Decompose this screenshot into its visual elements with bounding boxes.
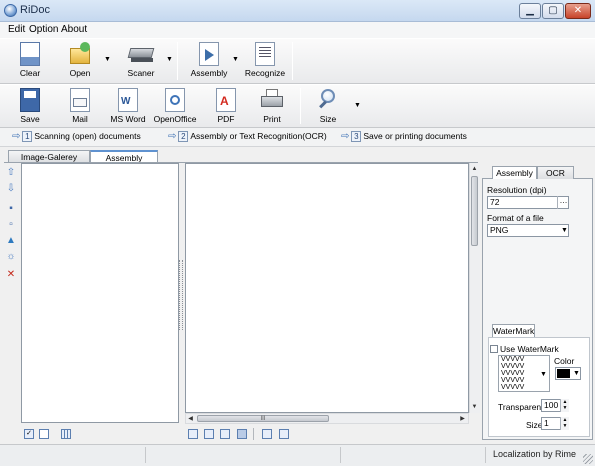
transparent-label: Transparent: [498, 402, 544, 412]
assembly-canvas[interactable]: [185, 163, 469, 413]
format-select[interactable]: PNG: [487, 224, 569, 237]
scroll-up-icon[interactable]: ▲: [470, 164, 479, 174]
scaner-button[interactable]: Scaner: [119, 39, 163, 83]
clear-button[interactable]: Clear: [8, 39, 52, 83]
minimize-button[interactable]: ▁: [519, 3, 541, 19]
deselect-icon[interactable]: [39, 429, 49, 439]
resolution-ellipsis-button[interactable]: …: [557, 196, 569, 209]
clipboard-icon[interactable]: ▫: [5, 219, 17, 231]
delete-icon[interactable]: ✕: [5, 269, 17, 281]
arrow-right-icon: ⇨: [341, 131, 350, 142]
clear-document-icon: [20, 42, 40, 66]
menu-option[interactable]: Option: [29, 24, 58, 35]
horizontal-scroll-thumb[interactable]: III: [197, 415, 329, 422]
magnifier-icon: [318, 88, 338, 112]
status-divider: [340, 447, 341, 463]
color-dropdown-icon[interactable]: ▼: [573, 370, 580, 377]
openoffice-button[interactable]: OpenOffice: [153, 85, 197, 129]
zoom-in-icon[interactable]: [262, 429, 272, 439]
use-watermark-checkbox[interactable]: [490, 345, 498, 353]
status-divider: [145, 447, 146, 463]
recognize-button[interactable]: Recognize: [243, 39, 287, 83]
size-spin-icon[interactable]: ▲ ▼: [560, 417, 569, 430]
scroll-down-icon[interactable]: ▼: [470, 402, 479, 412]
step-2: ⇨ 2 Assembly or Text Recognition(OCR): [168, 131, 327, 142]
zoom-out-icon[interactable]: [279, 429, 289, 439]
format-label: Format of a file: [487, 213, 544, 223]
toolbar-separator: [177, 42, 178, 80]
assembly-button[interactable]: Assembly: [187, 39, 231, 83]
tab-watermark[interactable]: WaterMark: [492, 324, 535, 337]
move-up-icon[interactable]: ⇧: [5, 167, 17, 179]
scroll-right-icon[interactable]: ▶: [458, 414, 467, 424]
tab-ocr[interactable]: OCR: [537, 166, 574, 179]
mail-button[interactable]: Mail: [58, 85, 102, 129]
gallery-panel[interactable]: [21, 163, 179, 423]
open-folder-icon: [70, 42, 90, 66]
assembly-icon: [199, 42, 219, 66]
use-watermark-label: Use WaterMark: [500, 344, 559, 354]
printer-icon: [260, 88, 284, 112]
resize-grip-icon[interactable]: [583, 454, 593, 464]
window-title: RiDoc: [20, 4, 50, 16]
open-button[interactable]: Open: [58, 39, 102, 83]
print-button[interactable]: Print: [250, 85, 294, 129]
floppy-disk-icon: [20, 88, 40, 112]
transparent-spin-icon[interactable]: ▲ ▼: [560, 399, 569, 412]
arrow-right-icon: ⇨: [168, 131, 177, 142]
openoffice-document-icon: [165, 88, 185, 112]
arrow-right-icon: ⇨: [12, 131, 21, 142]
grid-view-icon[interactable]: [61, 429, 71, 439]
save-button[interactable]: Save: [8, 85, 52, 129]
title-bar[interactable]: [0, 0, 595, 22]
vertical-scroll-thumb[interactable]: [471, 176, 478, 246]
color-label: Color: [554, 356, 575, 366]
status-divider: [485, 447, 486, 463]
toolbar-separator: [292, 42, 293, 80]
ms-word-button[interactable]: W MS Word: [106, 85, 150, 129]
scaner-dropdown-icon[interactable]: ▼: [166, 56, 173, 63]
splitter-handle[interactable]: [179, 260, 183, 330]
open-dropdown-icon[interactable]: ▼: [104, 56, 111, 63]
select-all-icon[interactable]: ✓: [24, 429, 34, 439]
color-swatch: [557, 369, 570, 378]
menu-edit[interactable]: Edit: [8, 24, 25, 35]
layout-2-icon[interactable]: [204, 429, 214, 439]
maximize-button[interactable]: ▢: [542, 3, 564, 19]
pdf-button[interactable]: A PDF: [204, 85, 248, 129]
localization-credit: Localization by Rime: [493, 449, 577, 459]
layout-4-icon[interactable]: [237, 429, 247, 439]
mail-icon: [70, 88, 90, 112]
pdf-document-icon: A: [216, 88, 236, 112]
close-button[interactable]: ✕: [565, 3, 591, 19]
move-down-icon[interactable]: ⇩: [5, 183, 17, 195]
tab-assembly-settings[interactable]: Assembly: [492, 166, 537, 179]
menu-about[interactable]: About: [61, 24, 87, 35]
size-button[interactable]: Size: [306, 85, 350, 129]
app-logo-icon: [4, 4, 17, 17]
size-dropdown-icon[interactable]: ▼: [354, 102, 361, 109]
save-page-icon[interactable]: ▪: [5, 203, 17, 215]
chevron-down-icon[interactable]: ▼: [561, 227, 568, 234]
menu-bar: [0, 22, 595, 38]
brightness-icon[interactable]: ☼: [5, 251, 17, 263]
recognize-icon: [255, 42, 275, 66]
layout-3-icon[interactable]: [220, 429, 230, 439]
scanner-icon: [127, 42, 155, 66]
resolution-label: Resolution (dpi): [487, 185, 547, 195]
bottom-separator: [253, 428, 254, 440]
rotate-icon[interactable]: ▲: [5, 235, 17, 247]
step-1: ⇨ 1 Scanning (open) documents: [12, 131, 141, 142]
word-document-icon: W: [118, 88, 138, 112]
watermark-dropdown-icon[interactable]: ▼: [540, 371, 547, 378]
scroll-left-icon[interactable]: ◀: [186, 414, 195, 424]
layout-1-icon[interactable]: [188, 429, 198, 439]
step-3: ⇨ 3 Save or printing documents: [341, 131, 467, 142]
assembly-dropdown-icon[interactable]: ▼: [232, 56, 239, 63]
